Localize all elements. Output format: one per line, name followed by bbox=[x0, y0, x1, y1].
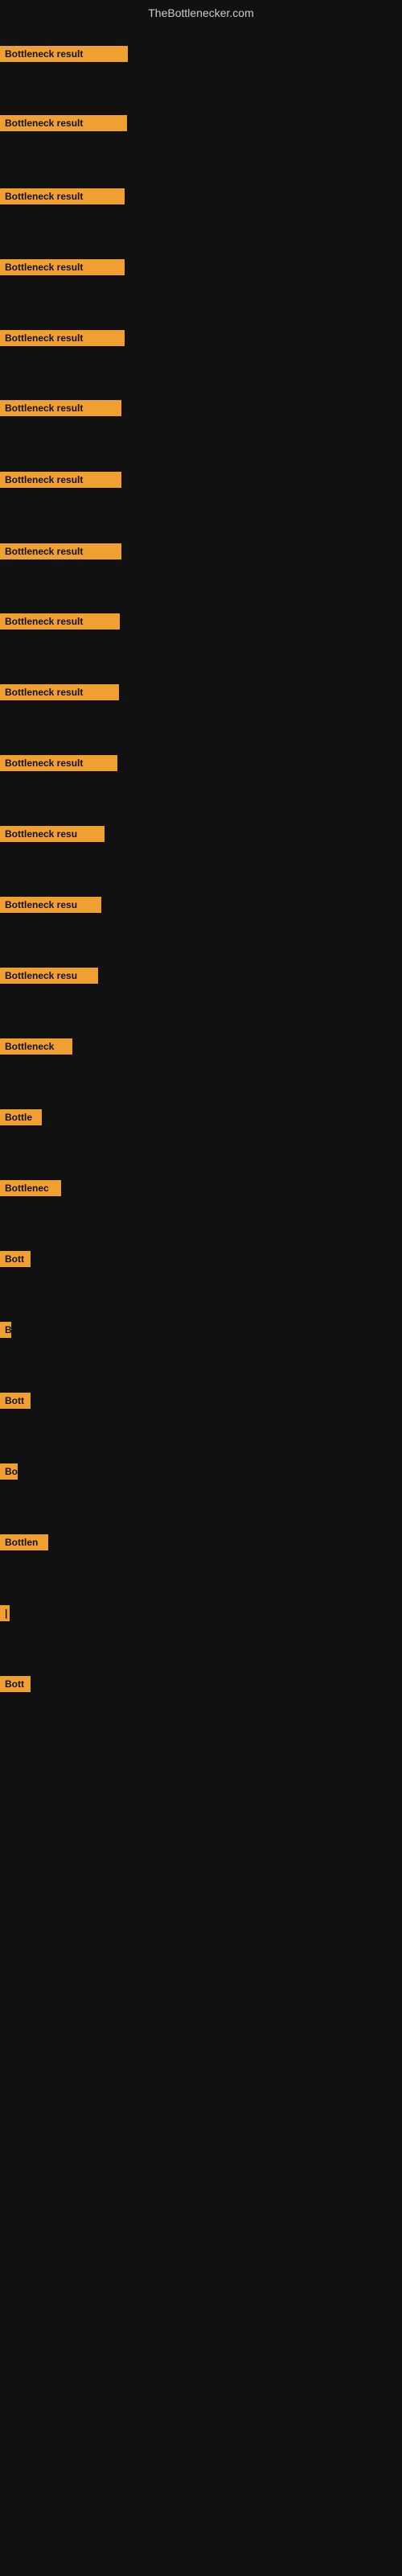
bottleneck-badge-2: Bottleneck result bbox=[0, 188, 125, 204]
bottleneck-badge-10: Bottleneck result bbox=[0, 755, 117, 771]
bottleneck-badge-21: Bottlen bbox=[0, 1534, 48, 1550]
bottleneck-badge-19: Bott bbox=[0, 1393, 31, 1409]
site-title: TheBottlenecker.com bbox=[0, 6, 402, 19]
bottleneck-badge-11: Bottleneck resu bbox=[0, 826, 105, 842]
bottleneck-badge-13: Bottleneck resu bbox=[0, 968, 98, 984]
bottleneck-badge-20: Bo bbox=[0, 1463, 18, 1480]
bottleneck-badge-14: Bottleneck bbox=[0, 1038, 72, 1055]
bottleneck-badge-4: Bottleneck result bbox=[0, 330, 125, 346]
bottleneck-badge-22: | bbox=[0, 1605, 10, 1621]
bottleneck-badge-17: Bott bbox=[0, 1251, 31, 1267]
bottleneck-badge-23: Bott bbox=[0, 1676, 31, 1692]
bottleneck-badge-15: Bottle bbox=[0, 1109, 42, 1125]
bottleneck-badge-1: Bottleneck result bbox=[0, 115, 127, 131]
bottleneck-badge-0: Bottleneck result bbox=[0, 46, 128, 62]
bottleneck-badge-8: Bottleneck result bbox=[0, 613, 120, 630]
bottleneck-badge-3: Bottleneck result bbox=[0, 259, 125, 275]
bottleneck-badge-12: Bottleneck resu bbox=[0, 897, 101, 913]
bottleneck-badge-6: Bottleneck result bbox=[0, 472, 121, 488]
bottleneck-badge-18: B bbox=[0, 1322, 11, 1338]
bottleneck-badge-7: Bottleneck result bbox=[0, 543, 121, 559]
bottleneck-badge-16: Bottlenec bbox=[0, 1180, 61, 1196]
bottleneck-badge-9: Bottleneck result bbox=[0, 684, 119, 700]
bottleneck-badge-5: Bottleneck result bbox=[0, 400, 121, 416]
